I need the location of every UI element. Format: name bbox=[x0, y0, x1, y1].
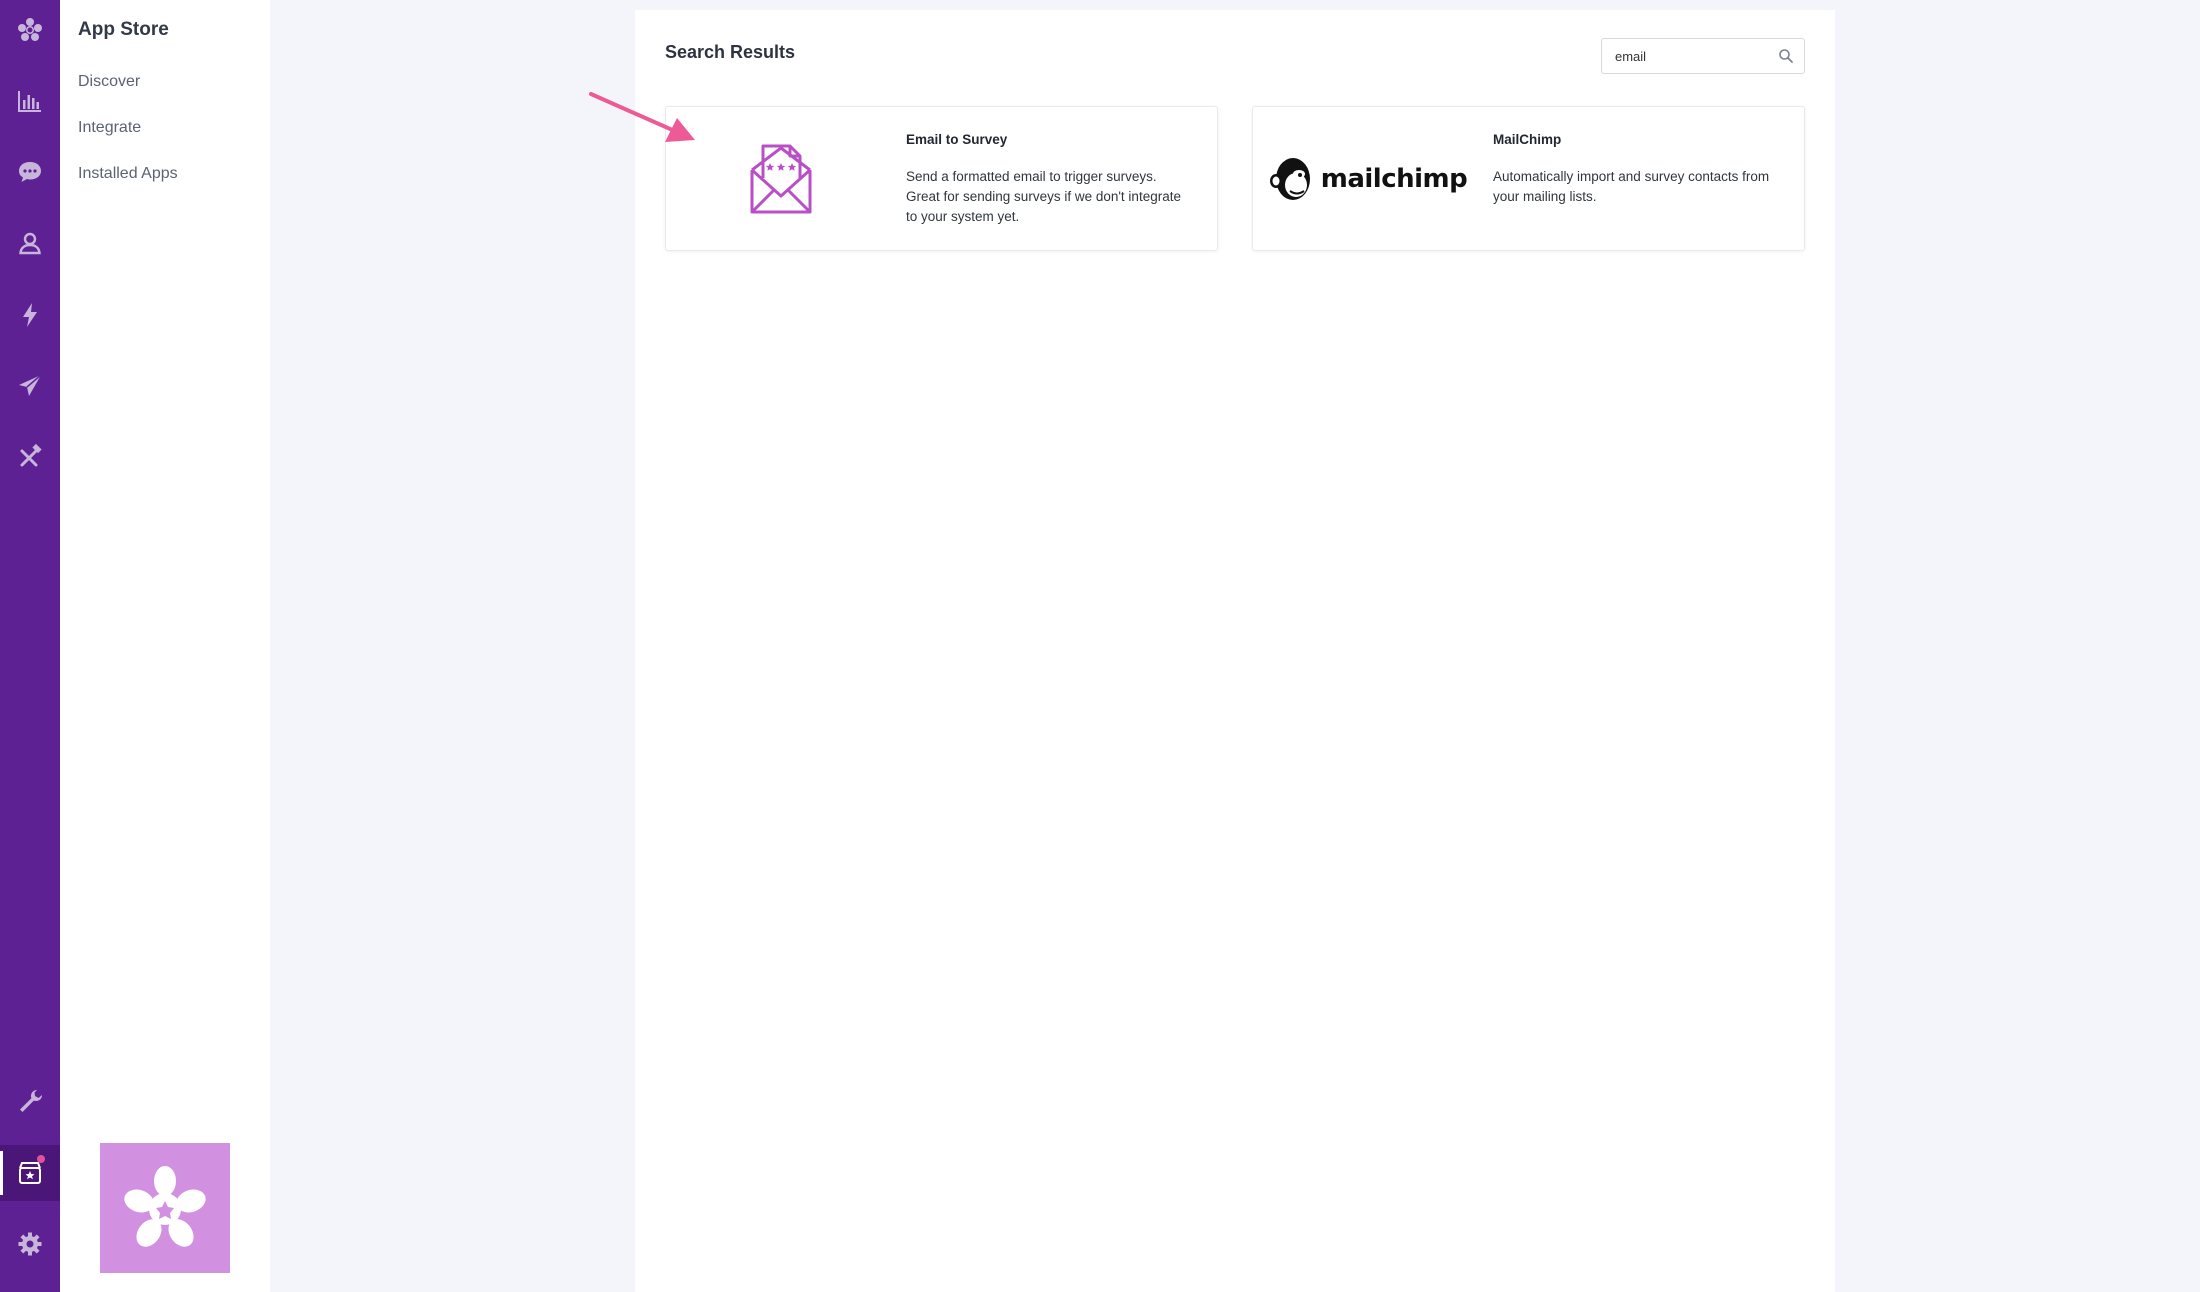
automations-button[interactable] bbox=[0, 287, 60, 343]
flower-logo-icon bbox=[124, 1166, 206, 1247]
email-survey-icon bbox=[750, 144, 812, 213]
search-input[interactable] bbox=[1602, 39, 1762, 73]
integrations-button[interactable] bbox=[0, 1073, 60, 1129]
build-button[interactable] bbox=[0, 429, 60, 485]
sidebar-item-discover[interactable]: Discover bbox=[78, 73, 140, 91]
gear-icon bbox=[18, 1232, 42, 1256]
freddie-monkey-icon bbox=[1269, 154, 1310, 200]
search-results-panel: Search Results email Email to Survey Sen… bbox=[635, 10, 1835, 1292]
paper-plane-icon bbox=[19, 374, 42, 396]
sidebar-item-installed-apps[interactable]: Installed Apps bbox=[78, 165, 178, 183]
app-store-button[interactable] bbox=[0, 1145, 60, 1201]
page-title: Search Results bbox=[665, 42, 796, 62]
user-icon bbox=[19, 232, 41, 255]
annotation-arrow bbox=[589, 92, 695, 142]
settings-button[interactable] bbox=[0, 1216, 60, 1272]
mailchimp-logo: mailchimp bbox=[1269, 153, 1468, 205]
tools-icon bbox=[20, 443, 42, 467]
app-card-title: Email to Survey bbox=[906, 132, 1008, 147]
wrench-icon bbox=[20, 1090, 42, 1112]
contacts-button[interactable] bbox=[0, 215, 60, 271]
app-card-logo bbox=[666, 107, 896, 250]
search-icon[interactable] bbox=[1778, 48, 1794, 64]
search-box[interactable] bbox=[1601, 38, 1805, 74]
bar-chart-icon bbox=[18, 91, 41, 112]
distribute-button[interactable] bbox=[0, 358, 60, 414]
app-store-sidebar: App Store Discover Integrate Installed A… bbox=[60, 0, 270, 1292]
icon-rail bbox=[0, 0, 60, 1292]
analytics-button[interactable] bbox=[0, 73, 60, 129]
app-card-title: MailChimp bbox=[1493, 132, 1562, 147]
sidebar-item-integrate[interactable]: Integrate bbox=[78, 119, 141, 137]
app-card-description: Automatically import and survey contacts… bbox=[1493, 169, 1770, 204]
flower-logo-icon bbox=[18, 18, 42, 41]
home-logo-button[interactable] bbox=[0, 2, 60, 58]
chat-bubble-icon bbox=[19, 162, 41, 182]
brand-logo-tile bbox=[100, 1143, 230, 1273]
app-card-mailchimp[interactable]: mailchimp MailChimp Automatically import… bbox=[1252, 106, 1805, 251]
app-root: App Store Discover Integrate Installed A… bbox=[0, 0, 2200, 1292]
app-card-logo: mailchimp bbox=[1253, 107, 1483, 250]
mailchimp-wordmark: mailchimp bbox=[1320, 163, 1468, 194]
notification-dot bbox=[37, 1155, 45, 1163]
responses-button[interactable] bbox=[0, 144, 60, 200]
app-store-icon bbox=[19, 1162, 41, 1184]
lightning-icon bbox=[23, 303, 37, 327]
app-card-email-to-survey[interactable]: Email to Survey Send a formatted email t… bbox=[665, 106, 1218, 251]
sidebar-title: App Store bbox=[78, 19, 169, 40]
app-card-description: Send a formatted email to trigger survey… bbox=[906, 169, 1181, 224]
